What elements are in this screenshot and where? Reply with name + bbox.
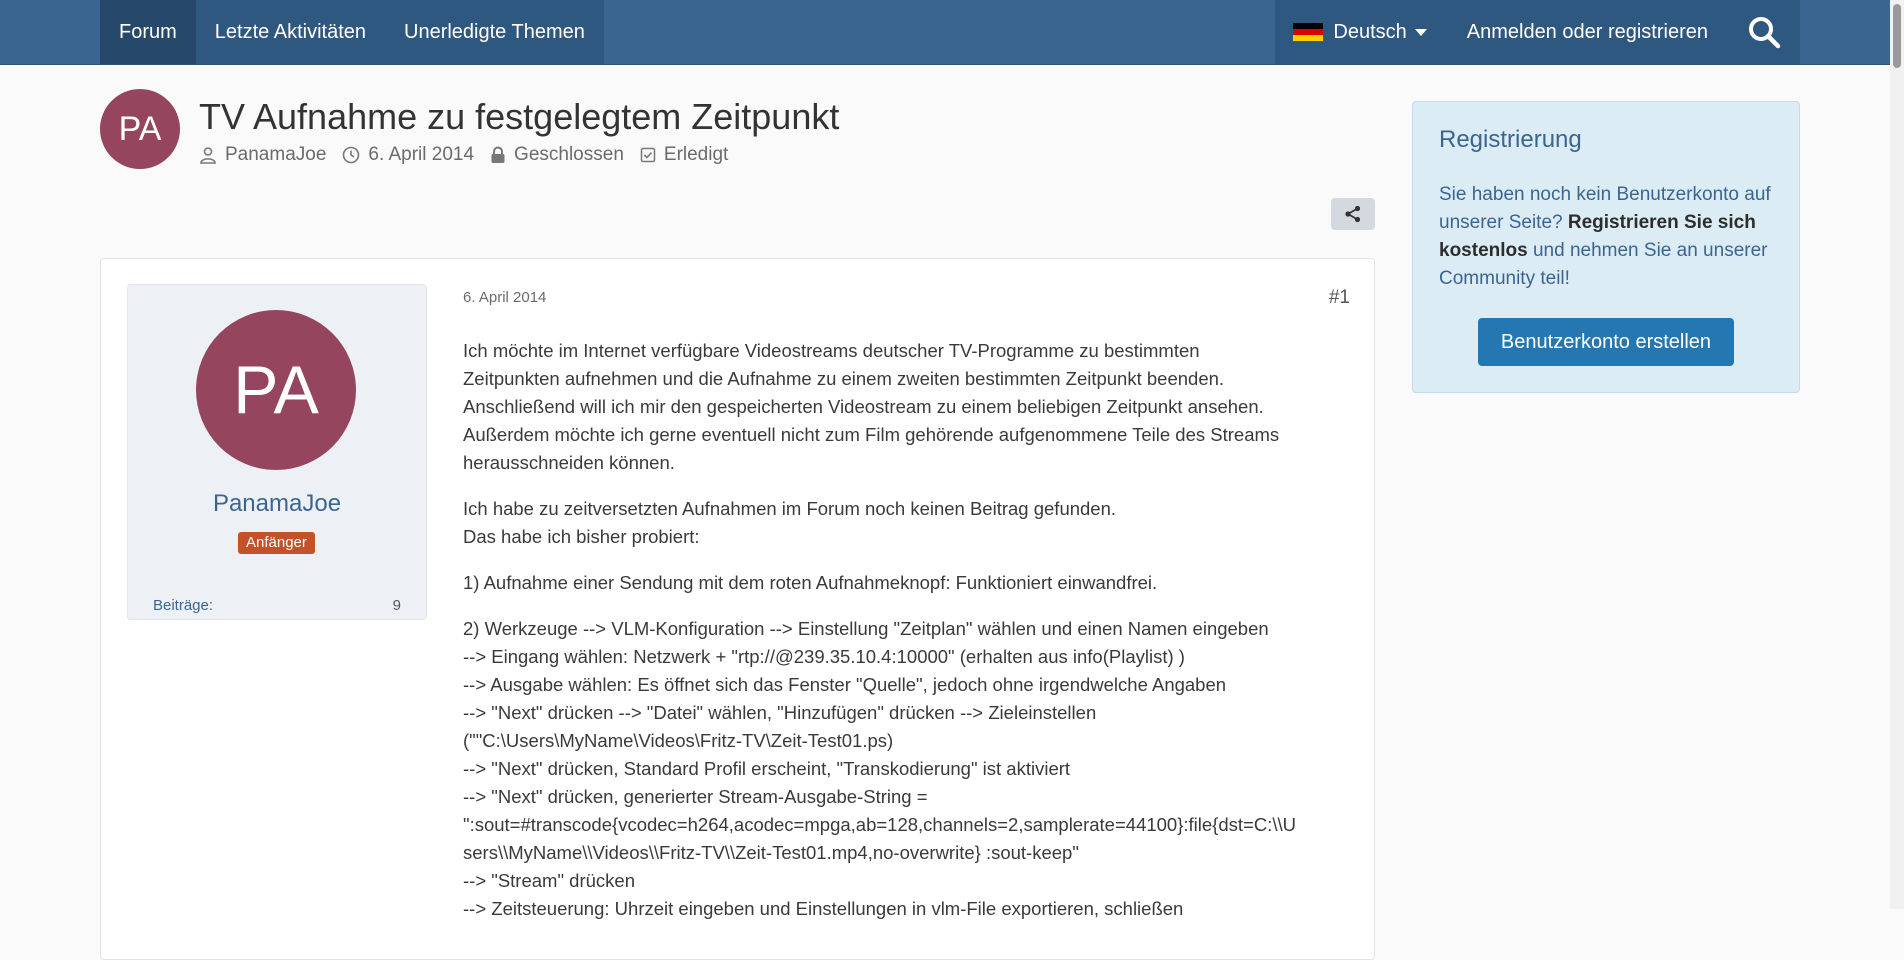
post-author-avatar[interactable]: PA	[196, 310, 356, 470]
share-button[interactable]	[1331, 198, 1375, 230]
post-line: --> "Next" drücken, Standard Profil ersc…	[463, 758, 1071, 779]
thread-closed-status: Geschlossen	[490, 144, 624, 166]
post-line: Ich habe zu zeitversetzten Aufnahmen im …	[463, 498, 1117, 519]
post-line: Das habe ich bisher probiert:	[463, 526, 700, 547]
user-menu: Deutsch Anmelden oder registrieren	[1275, 0, 1800, 64]
language-label: Deutsch	[1333, 20, 1407, 43]
nav-recent-activities[interactable]: Letzte Aktivitäten	[196, 0, 385, 64]
caret-down-icon	[1414, 28, 1427, 36]
post-line: 2) Werkzeuge --> VLM-Konfiguration --> E…	[463, 618, 1269, 639]
post-permalink[interactable]: #1	[1329, 287, 1350, 309]
thread-author-avatar[interactable]: PA	[100, 89, 180, 169]
thread-date-label[interactable]: 6. April 2014	[368, 144, 474, 166]
post-line: --> Eingang wählen: Netzwerk + "rtp://@2…	[463, 646, 1185, 667]
nav-unresolved-topics[interactable]: Unerledigte Themen	[385, 0, 604, 64]
language-selector[interactable]: Deutsch	[1275, 0, 1446, 64]
post-line: Anschließend will ich mir den gespeicher…	[463, 396, 1264, 417]
done-label: Erledigt	[663, 144, 729, 165]
registration-title: Registrierung	[1439, 126, 1582, 153]
post-date[interactable]: 6. April 2014	[463, 289, 546, 306]
post-user-info: PA PanamaJoe Anfänger Beiträge: 9	[127, 284, 427, 620]
checkbox-icon	[640, 147, 656, 163]
post-line: Zeitpunkten aufnehmen und die Aufnahme z…	[463, 368, 1225, 389]
search-icon	[1749, 17, 1781, 49]
post-line: --> "Next" drücken, generierter Stream-A…	[463, 786, 928, 807]
thread-date[interactable]: 6. April 2014	[342, 144, 474, 166]
search-button[interactable]	[1728, 0, 1800, 64]
post-author-name[interactable]: PanamaJoe	[128, 490, 426, 518]
thread-title: TV Aufnahme zu festgelegtem Zeitpunkt	[199, 96, 840, 137]
posts-count-label: Beiträge:	[153, 597, 214, 614]
thread-done-status: Erledigt	[640, 144, 728, 166]
post-line: herausschneiden können.	[463, 452, 675, 473]
post-paragraph: 1) Aufnahme einer Sendung mit dem roten …	[463, 569, 1343, 597]
page-scrollbar[interactable]	[1890, 0, 1904, 909]
user-icon	[200, 147, 216, 164]
top-navigation: Forum Letzte Aktivitäten Unerledigte The…	[0, 0, 1904, 65]
thread-meta: PanamaJoe 6. April 2014 Geschlossen Erle…	[199, 144, 744, 166]
login-register-link[interactable]: Anmelden oder registrieren	[1447, 0, 1728, 64]
post-line: 1) Aufnahme einer Sendung mit dem roten …	[463, 572, 1158, 593]
post-content: Ich möchte im Internet verfügbare Videos…	[463, 337, 1343, 941]
thread-author[interactable]: PanamaJoe	[199, 144, 326, 166]
post-line: ":sout=#transcode{vcodec=h264,acodec=mpg…	[463, 814, 1296, 835]
german-flag-icon	[1293, 23, 1324, 41]
thread-author-name[interactable]: PanamaJoe	[225, 144, 326, 166]
registration-text: Sie haben noch kein Benutzerkonto auf un…	[1439, 181, 1779, 293]
registration-box: Registrierung Sie haben noch kein Benutz…	[1412, 101, 1800, 393]
nav-forum[interactable]: Forum	[100, 0, 196, 64]
closed-label: Geschlossen	[514, 144, 624, 165]
posts-count-value: 9	[392, 597, 401, 614]
post-paragraph: Ich möchte im Internet verfügbare Videos…	[463, 337, 1343, 477]
post-line: Außerdem möchte ich gerne eventuell nich…	[463, 424, 1280, 445]
post-line: --> "Next" drücken --> "Datei" wählen, "…	[463, 702, 1097, 723]
post-paragraph: 2) Werkzeuge --> VLM-Konfiguration --> E…	[463, 615, 1343, 923]
post-line: --> Ausgabe wählen: Es öffnet sich das F…	[463, 674, 1227, 695]
rank-badge: Anfänger	[238, 532, 315, 554]
post-line: --> "Stream" drücken	[463, 870, 635, 891]
share-icon	[1345, 205, 1361, 223]
main-menu: Forum Letzte Aktivitäten Unerledigte The…	[100, 0, 604, 64]
post-paragraph: Ich habe zu zeitversetzten Aufnahmen im …	[463, 495, 1343, 551]
post-line: sers\\MyName\\Videos\\Fritz-TV\\Zeit-Tes…	[463, 842, 1079, 863]
post-line: --> Zeitsteuerung: Uhrzeit eingeben und …	[463, 898, 1184, 919]
post-card: PA PanamaJoe Anfänger Beiträge: 9 6. Apr…	[100, 258, 1375, 960]
lock-icon	[491, 146, 505, 163]
post-line: Ich möchte im Internet verfügbare Videos…	[463, 340, 1200, 361]
scrollbar-thumb[interactable]	[1893, 4, 1901, 68]
clock-icon	[343, 146, 360, 164]
create-account-button[interactable]: Benutzerkonto erstellen	[1478, 318, 1734, 366]
post-line: (""C:\Users\MyName\Videos\Fritz-TV\Zeit-…	[463, 730, 894, 751]
